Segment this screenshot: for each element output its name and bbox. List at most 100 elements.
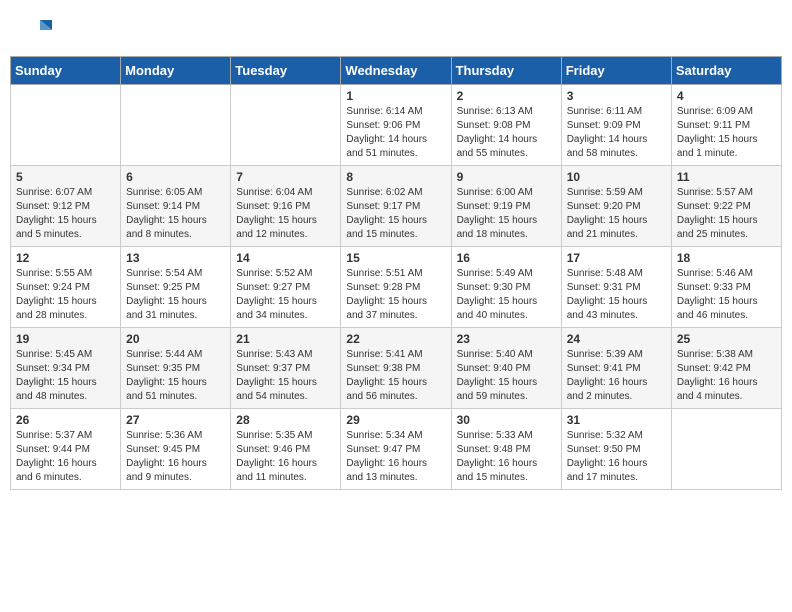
- weekday-header-friday: Friday: [561, 57, 671, 85]
- calendar-cell: 28 Sunrise: 5:35 AM Sunset: 9:46 PM Dayli…: [231, 409, 341, 490]
- day-info: Sunrise: 6:07 AM Sunset: 9:12 PM Dayligh…: [16, 186, 115, 242]
- calendar-cell: 30Sunrise: 5:33 AM Sunset: 9:48 PM Dayli…: [451, 409, 561, 490]
- day-number: 14: [236, 251, 335, 265]
- calendar-week-row: 5 Sunrise: 6:07 AM Sunset: 9:12 PM Daylig…: [11, 166, 782, 247]
- logo-icon: [20, 16, 52, 48]
- calendar-cell: 8 Sunrise: 6:02 AM Sunset: 9:17 PM Daylig…: [341, 166, 451, 247]
- weekday-header-sunday: Sunday: [11, 57, 121, 85]
- day-number: 24: [567, 332, 666, 346]
- calendar-cell: 26 Sunrise: 5:37 AM Sunset: 9:44 PM Dayli…: [11, 409, 121, 490]
- day-number: 26: [16, 413, 115, 427]
- day-number: 12: [16, 251, 115, 265]
- day-number: 30: [457, 413, 556, 427]
- weekday-header-wednesday: Wednesday: [341, 57, 451, 85]
- day-number: 18: [677, 251, 776, 265]
- calendar-week-row: 19 Sunrise: 5:45 AM Sunset: 9:34 PM Dayli…: [11, 328, 782, 409]
- calendar-cell: 25 Sunrise: 5:38 AM Sunset: 9:42 PM Dayli…: [671, 328, 781, 409]
- day-info: Sunrise: 5:55 AM Sunset: 9:24 PM Dayligh…: [16, 267, 115, 323]
- day-number: 8: [346, 170, 445, 184]
- day-info: Sunrise: 5:59 AM Sunset: 9:20 PM Dayligh…: [567, 186, 666, 242]
- calendar-cell: 29 Sunrise: 5:34 AM Sunset: 9:47 PM Dayli…: [341, 409, 451, 490]
- day-info: Sunrise: 5:54 AM Sunset: 9:25 PM Dayligh…: [126, 267, 225, 323]
- day-number: 6: [126, 170, 225, 184]
- day-number: 23: [457, 332, 556, 346]
- day-info: Sunrise: 5:39 AM Sunset: 9:41 PM Dayligh…: [567, 348, 666, 404]
- calendar-cell: [231, 85, 341, 166]
- day-info: Sunrise: 5:52 AM Sunset: 9:27 PM Dayligh…: [236, 267, 335, 323]
- calendar-cell: 27 Sunrise: 5:36 AM Sunset: 9:45 PM Dayli…: [121, 409, 231, 490]
- day-info: Sunrise: 5:36 AM Sunset: 9:45 PM Dayligh…: [126, 429, 225, 485]
- calendar-cell: 15Sunrise: 5:51 AM Sunset: 9:28 PM Dayli…: [341, 247, 451, 328]
- day-number: 29: [346, 413, 445, 427]
- day-info: Sunrise: 6:05 AM Sunset: 9:14 PM Dayligh…: [126, 186, 225, 242]
- calendar-week-row: 26 Sunrise: 5:37 AM Sunset: 9:44 PM Dayli…: [11, 409, 782, 490]
- calendar-cell: 19 Sunrise: 5:45 AM Sunset: 9:34 PM Dayli…: [11, 328, 121, 409]
- day-info: Sunrise: 5:57 AM Sunset: 9:22 PM Dayligh…: [677, 186, 776, 242]
- day-info: Sunrise: 6:14 AM Sunset: 9:06 PM Dayligh…: [346, 105, 445, 161]
- day-info: Sunrise: 5:44 AM Sunset: 9:35 PM Dayligh…: [126, 348, 225, 404]
- day-info: Sunrise: 6:04 AM Sunset: 9:16 PM Dayligh…: [236, 186, 335, 242]
- calendar-cell: 4 Sunrise: 6:09 AM Sunset: 9:11 PM Daylig…: [671, 85, 781, 166]
- calendar-cell: 20 Sunrise: 5:44 AM Sunset: 9:35 PM Dayli…: [121, 328, 231, 409]
- day-info: Sunrise: 6:11 AM Sunset: 9:09 PM Dayligh…: [567, 105, 666, 161]
- day-info: Sunrise: 5:49 AM Sunset: 9:30 PM Dayligh…: [457, 267, 556, 323]
- day-info: Sunrise: 5:43 AM Sunset: 9:37 PM Dayligh…: [236, 348, 335, 404]
- day-info: Sunrise: 5:37 AM Sunset: 9:44 PM Dayligh…: [16, 429, 115, 485]
- day-number: 4: [677, 89, 776, 103]
- calendar-cell: 31 Sunrise: 5:32 AM Sunset: 9:50 PM Dayli…: [561, 409, 671, 490]
- day-number: 7: [236, 170, 335, 184]
- calendar-cell: 1Sunrise: 6:14 AM Sunset: 9:06 PM Daylig…: [341, 85, 451, 166]
- weekday-header-tuesday: Tuesday: [231, 57, 341, 85]
- day-info: Sunrise: 5:35 AM Sunset: 9:46 PM Dayligh…: [236, 429, 335, 485]
- calendar-cell: 5 Sunrise: 6:07 AM Sunset: 9:12 PM Daylig…: [11, 166, 121, 247]
- calendar-cell: [121, 85, 231, 166]
- weekday-header-monday: Monday: [121, 57, 231, 85]
- calendar-week-row: 1Sunrise: 6:14 AM Sunset: 9:06 PM Daylig…: [11, 85, 782, 166]
- day-number: 27: [126, 413, 225, 427]
- calendar-body: 1Sunrise: 6:14 AM Sunset: 9:06 PM Daylig…: [11, 85, 782, 490]
- day-number: 19: [16, 332, 115, 346]
- day-number: 22: [346, 332, 445, 346]
- day-number: 9: [457, 170, 556, 184]
- day-number: 5: [16, 170, 115, 184]
- day-number: 2: [457, 89, 556, 103]
- day-number: 11: [677, 170, 776, 184]
- day-info: Sunrise: 5:40 AM Sunset: 9:40 PM Dayligh…: [457, 348, 556, 404]
- day-info: Sunrise: 5:46 AM Sunset: 9:33 PM Dayligh…: [677, 267, 776, 323]
- day-number: 20: [126, 332, 225, 346]
- day-info: Sunrise: 5:41 AM Sunset: 9:38 PM Dayligh…: [346, 348, 445, 404]
- calendar-cell: [671, 409, 781, 490]
- calendar-week-row: 12 Sunrise: 5:55 AM Sunset: 9:24 PM Dayli…: [11, 247, 782, 328]
- day-info: Sunrise: 6:09 AM Sunset: 9:11 PM Dayligh…: [677, 105, 776, 161]
- calendar-cell: 11 Sunrise: 5:57 AM Sunset: 9:22 PM Dayli…: [671, 166, 781, 247]
- day-number: 13: [126, 251, 225, 265]
- calendar-cell: 22 Sunrise: 5:41 AM Sunset: 9:38 PM Dayli…: [341, 328, 451, 409]
- calendar-cell: 9Sunrise: 6:00 AM Sunset: 9:19 PM Daylig…: [451, 166, 561, 247]
- calendar-cell: 17 Sunrise: 5:48 AM Sunset: 9:31 PM Dayli…: [561, 247, 671, 328]
- day-number: 15: [346, 251, 445, 265]
- day-number: 25: [677, 332, 776, 346]
- day-number: 28: [236, 413, 335, 427]
- weekday-header-thursday: Thursday: [451, 57, 561, 85]
- day-info: Sunrise: 5:48 AM Sunset: 9:31 PM Dayligh…: [567, 267, 666, 323]
- calendar-cell: 21 Sunrise: 5:43 AM Sunset: 9:37 PM Dayli…: [231, 328, 341, 409]
- day-info: Sunrise: 5:45 AM Sunset: 9:34 PM Dayligh…: [16, 348, 115, 404]
- calendar-cell: 7 Sunrise: 6:04 AM Sunset: 9:16 PM Daylig…: [231, 166, 341, 247]
- day-info: Sunrise: 5:38 AM Sunset: 9:42 PM Dayligh…: [677, 348, 776, 404]
- day-number: 17: [567, 251, 666, 265]
- calendar-cell: 10 Sunrise: 5:59 AM Sunset: 9:20 PM Dayli…: [561, 166, 671, 247]
- day-number: 3: [567, 89, 666, 103]
- day-info: Sunrise: 5:32 AM Sunset: 9:50 PM Dayligh…: [567, 429, 666, 485]
- calendar-cell: [11, 85, 121, 166]
- calendar-cell: 3 Sunrise: 6:11 AM Sunset: 9:09 PM Daylig…: [561, 85, 671, 166]
- day-info: Sunrise: 6:02 AM Sunset: 9:17 PM Dayligh…: [346, 186, 445, 242]
- calendar-cell: 6 Sunrise: 6:05 AM Sunset: 9:14 PM Daylig…: [121, 166, 231, 247]
- day-number: 31: [567, 413, 666, 427]
- day-info: Sunrise: 6:13 AM Sunset: 9:08 PM Dayligh…: [457, 105, 556, 161]
- day-info: Sunrise: 5:34 AM Sunset: 9:47 PM Dayligh…: [346, 429, 445, 485]
- calendar-cell: 2 Sunrise: 6:13 AM Sunset: 9:08 PM Daylig…: [451, 85, 561, 166]
- day-number: 16: [457, 251, 556, 265]
- day-number: 10: [567, 170, 666, 184]
- logo: [20, 16, 56, 48]
- day-number: 21: [236, 332, 335, 346]
